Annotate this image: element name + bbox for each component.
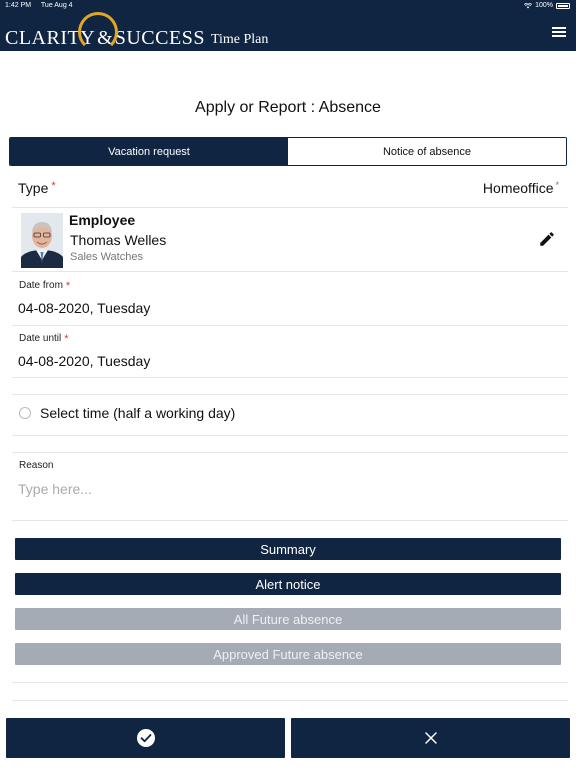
battery-icon (556, 3, 570, 9)
wifi-icon (524, 3, 533, 9)
dropdown-indicator-icon: * (555, 180, 559, 190)
type-label-text: Type (18, 180, 49, 196)
app-header: 1:42 PM Tue Aug 4 100% CLARITY & SUCCESS… (0, 0, 576, 52)
date-from-field[interactable]: 04-08-2020, Tuesday (18, 300, 150, 316)
status-bar: 1:42 PM Tue Aug 4 100% (0, 0, 576, 12)
half-day-label: Select time (half a working day) (40, 405, 236, 421)
divider (12, 325, 568, 326)
type-value-text: Homeoffice (482, 180, 554, 196)
divider (12, 682, 568, 683)
tab-vacation-request[interactable]: Vacation request (10, 138, 288, 165)
page-title: Apply or Report : Absence (195, 99, 381, 116)
required-mark: * (51, 180, 56, 192)
battery-percent: 100% (535, 2, 553, 9)
cancel-button[interactable] (291, 718, 570, 758)
employee-name: Thomas Welles (70, 232, 167, 248)
date-until-field[interactable]: 04-08-2020, Tuesday (18, 353, 150, 369)
employee-heading: Employee (69, 212, 136, 228)
close-icon (424, 732, 437, 744)
logo-arc-icon (78, 12, 118, 52)
status-date: Tue Aug 4 (40, 2, 73, 9)
divider (12, 520, 568, 521)
type-label: Type * (18, 180, 56, 196)
date-from-label: Date from * (19, 280, 70, 292)
type-select[interactable]: Homeoffice * (483, 180, 559, 196)
request-type-tabs: Vacation request Notice of absence (9, 137, 567, 166)
alert-notice-button[interactable]: Alert notice (15, 573, 561, 595)
avatar (21, 213, 63, 268)
half-day-option[interactable]: Select time (half a working day) (18, 405, 235, 421)
pencil-icon[interactable] (538, 230, 556, 248)
brand-logo: CLARITY & SUCCESS Time Plan (5, 12, 269, 52)
brand-sub: Time Plan (210, 32, 269, 47)
tab-notice-of-absence[interactable]: Notice of absence (288, 138, 566, 165)
summary-button[interactable]: Summary (15, 538, 561, 560)
reason-input[interactable] (18, 478, 558, 500)
all-future-absence-button[interactable]: All Future absence (15, 608, 561, 630)
divider (12, 271, 568, 272)
divider (12, 435, 568, 436)
half-day-radio[interactable] (19, 407, 31, 419)
required-mark: * (64, 333, 69, 345)
divider (12, 207, 568, 208)
approved-future-absence-button[interactable]: Approved Future absence (15, 643, 561, 665)
status-time: 1:42 PM (5, 2, 32, 9)
brand-success: SUCCESS (114, 27, 205, 49)
divider (12, 700, 568, 701)
confirm-button[interactable] (6, 718, 285, 758)
required-mark: * (65, 280, 71, 292)
date-until-label: Date until * (19, 333, 69, 345)
divider (12, 452, 568, 453)
hamburger-menu-icon[interactable] (552, 27, 566, 37)
divider (12, 377, 568, 378)
date-until-label-text: Date until (19, 333, 62, 344)
divider (12, 394, 568, 395)
reason-label: Reason (19, 460, 54, 471)
employee-department: Sales Watches (70, 251, 143, 263)
check-circle-icon (136, 729, 155, 747)
date-from-label-text: Date from (19, 280, 63, 291)
